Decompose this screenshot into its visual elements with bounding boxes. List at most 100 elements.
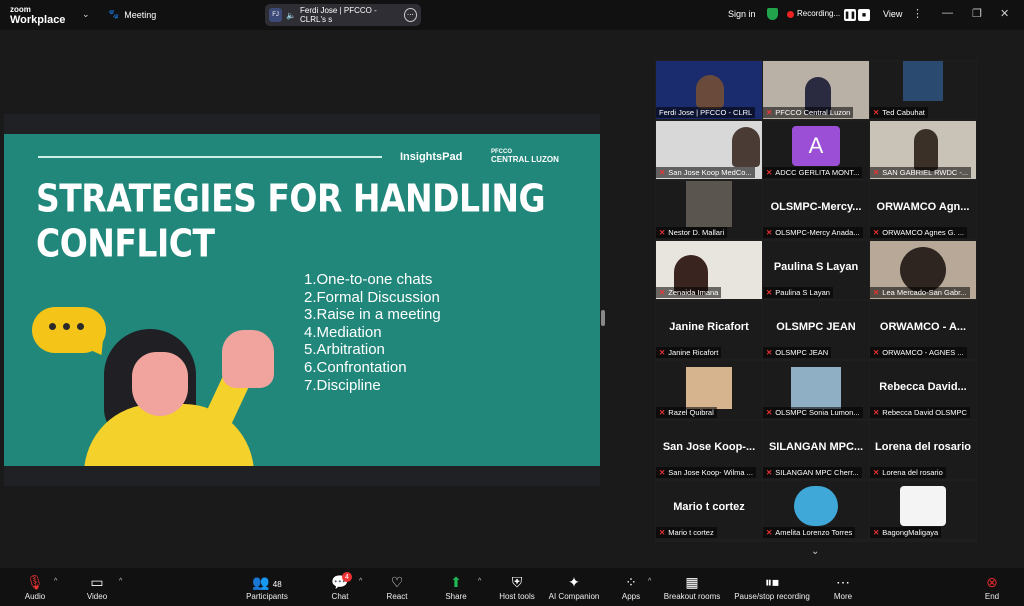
participant-video (686, 181, 732, 227)
woman-hand-illustration (222, 330, 274, 388)
participant-name-text: San Jose Koop- Wilma ... (668, 468, 753, 477)
participant-tile[interactable]: A ✕ ADCC GERLITA MONT... (763, 121, 869, 179)
chat-badge: 4 (342, 572, 352, 582)
participant-tile[interactable]: Mario t cortez ✕ Mario t cortez (656, 481, 762, 539)
participant-name-text: Zenaida Imana (668, 288, 719, 297)
end-button[interactable]: ⊗ End (982, 568, 1002, 606)
participant-tile[interactable]: ✕ SAN GABRIEL RWDC -... (870, 121, 976, 179)
close-icon[interactable]: ✕ (1000, 7, 1009, 20)
end-label: End (984, 592, 1000, 601)
participant-tile[interactable]: ✕ BagongMaligaya (870, 481, 976, 539)
mic-muted-icon: ✕ (873, 108, 880, 117)
mic-muted-icon: 🎙 (26, 574, 44, 590)
participant-tile[interactable]: San Jose Koop-... ✕ San Jose Koop- Wilma … (656, 421, 762, 479)
participant-name-text: BagongMaligaya (882, 528, 939, 537)
participant-tile[interactable]: ✕ Lea Mercado-San Gabr... (870, 241, 976, 299)
participant-name: ✕ San Jose Koop- Wilma ... (656, 467, 756, 478)
host-tools-label: Host tools (499, 592, 535, 601)
participant-tile[interactable]: Paulina S Layan ✕ Paulina S Layan (763, 241, 869, 299)
grid-icon[interactable]: ⋮ (912, 7, 923, 20)
list-item: 6.Confrontation (304, 358, 407, 376)
participant-tile[interactable]: SILANGAN MPC... ✕ SILANGAN MPC Cherr... (763, 421, 869, 479)
presentation-slide: InsightsPad PFCCO CENTRAL LUZON STRATEGI… (4, 134, 600, 466)
participants-button[interactable]: 👥 48 Participants (245, 568, 289, 606)
mic-muted-icon: ✕ (873, 348, 880, 357)
pause-icon[interactable]: ❚❚ (844, 9, 856, 21)
participant-tile[interactable]: ✕ San Jose Koop MedCo... (656, 121, 762, 179)
participant-name: ✕ OLSMPC JEAN (763, 347, 832, 358)
breakout-rooms-button[interactable]: ▦ Breakout rooms (663, 568, 721, 606)
stop-icon[interactable]: ■ (858, 9, 870, 21)
share-button[interactable]: ⬆ Share (444, 568, 468, 606)
participant-tile[interactable]: Rebecca David... ✕ Rebecca David OLSMPC (870, 361, 976, 419)
apps-options-caret[interactable]: ^ (648, 578, 651, 585)
participant-tile[interactable]: OLSMPC JEAN ✕ OLSMPC JEAN (763, 301, 869, 359)
participant-name: ✕ Ted Cabuhat (870, 107, 928, 118)
participant-display-name: San Jose Koop-... (662, 441, 756, 453)
woman-face-illustration (132, 352, 188, 416)
participant-display-name: Mario t cortez (673, 501, 745, 513)
participant-tile[interactable]: ✕ Nestor D. Mallari (656, 181, 762, 239)
avatar: A (792, 126, 840, 166)
mic-muted-icon: ✕ (873, 228, 880, 237)
mic-muted-icon: ✕ (873, 468, 880, 477)
chevron-down-icon[interactable]: ⌄ (811, 546, 819, 557)
pause-stop-recording-button[interactable]: ⏸⏹ Pause/stop recording (732, 568, 812, 606)
mic-muted-icon: ✕ (873, 528, 880, 537)
view-button[interactable]: View (883, 9, 902, 19)
mic-muted-icon: ✕ (766, 228, 773, 237)
participant-video (914, 129, 938, 171)
video-options-caret[interactable]: ^ (119, 578, 122, 585)
audio-button[interactable]: 🎙 Audio (20, 568, 50, 606)
participant-name: ✕ OLSMPC-Mercy Anada... (763, 227, 863, 238)
participant-name: Ferdi Jose | PFCCO - CLRL (656, 107, 756, 118)
chevron-down-icon[interactable]: ⌄ (82, 9, 90, 20)
participant-tile[interactable]: ✕ Amelita Lorenzo Torres (763, 481, 869, 539)
audio-options-caret[interactable]: ^ (54, 578, 57, 585)
participant-tile[interactable]: OLSMPC-Mercy... ✕ OLSMPC-Mercy Anada... (763, 181, 869, 239)
participant-display-name: ORWAMCO - A... (879, 321, 967, 333)
sign-in-button[interactable]: Sign in (728, 9, 756, 19)
participant-tile[interactable]: Lorena del rosario ✕ Lorena del rosario (870, 421, 976, 479)
participant-tile[interactable]: ✕ Zenaida Imana (656, 241, 762, 299)
splitter-handle[interactable] (601, 310, 605, 326)
participant-name-text: Janine Ricafort (668, 348, 719, 357)
restore-icon[interactable]: ❐ (972, 7, 982, 20)
participant-tile[interactable]: ✕ Ted Cabuhat (870, 61, 976, 119)
participant-tile[interactable]: ORWAMCO Agn... ✕ ORWAMCO Agnes G. ... (870, 181, 976, 239)
share-icon: ⬆ (450, 574, 462, 590)
participant-video (732, 127, 760, 167)
participants-label: Participants (246, 592, 288, 601)
active-speaker-pill[interactable]: FJ 🔈 Ferdi Jose | PFCCO - CLRL's s ⋯ (265, 4, 421, 26)
shield-icon[interactable] (767, 8, 778, 20)
host-tools-button[interactable]: ⛨ Host tools (497, 568, 537, 606)
participant-name: ✕ ADCC GERLITA MONT... (763, 167, 863, 178)
participant-tile[interactable]: Ferdi Jose | PFCCO - CLRL (656, 61, 762, 119)
meeting-menu[interactable]: 🐾 Meeting (108, 9, 156, 20)
participants-count: 48 (272, 580, 282, 589)
ai-companion-button[interactable]: ✦ AI Companion (547, 568, 601, 606)
logo-big-text: Workplace (10, 14, 66, 26)
share-options-caret[interactable]: ^ (478, 578, 481, 585)
participant-tile[interactable]: ✕ OLSMPC Sonia Lumon... (763, 361, 869, 419)
participant-display-name: ORWAMCO Agn... (876, 201, 970, 213)
minimize-icon[interactable]: — (942, 7, 953, 19)
react-button[interactable]: ♡ React (385, 568, 409, 606)
list-item: 1.One-to-one chats (304, 271, 433, 288)
participant-tile[interactable]: ✕ Razel Quibral (656, 361, 762, 419)
top-bar: zoom Workplace ⌄ 🐾 Meeting FJ 🔈 Ferdi Jo… (0, 0, 1024, 30)
participant-tile[interactable]: Janine Ricafort ✕ Janine Ricafort (656, 301, 762, 359)
apps-button[interactable]: ⁘ Apps (620, 568, 642, 606)
video-button[interactable]: ▭ Video (82, 568, 112, 606)
mic-muted-icon: ✕ (659, 168, 666, 177)
participant-name-text: ADCC GERLITA MONT... (775, 168, 860, 177)
participant-video (791, 367, 841, 409)
participant-name-text: ORWAMCO Agnes G. ... (882, 228, 964, 237)
more-icon[interactable]: ⋯ (403, 8, 417, 22)
recording-icon (787, 11, 794, 18)
participant-tile[interactable]: ✕ PFCCO Central Luzon (763, 61, 869, 119)
more-button[interactable]: ⋯ More (832, 568, 854, 606)
participant-tile[interactable]: ORWAMCO - A... ✕ ORWAMCO - AGNES ... (870, 301, 976, 359)
participant-name: ✕ SAN GABRIEL RWDC -... (870, 167, 972, 178)
chat-options-caret[interactable]: ^ (359, 578, 362, 585)
